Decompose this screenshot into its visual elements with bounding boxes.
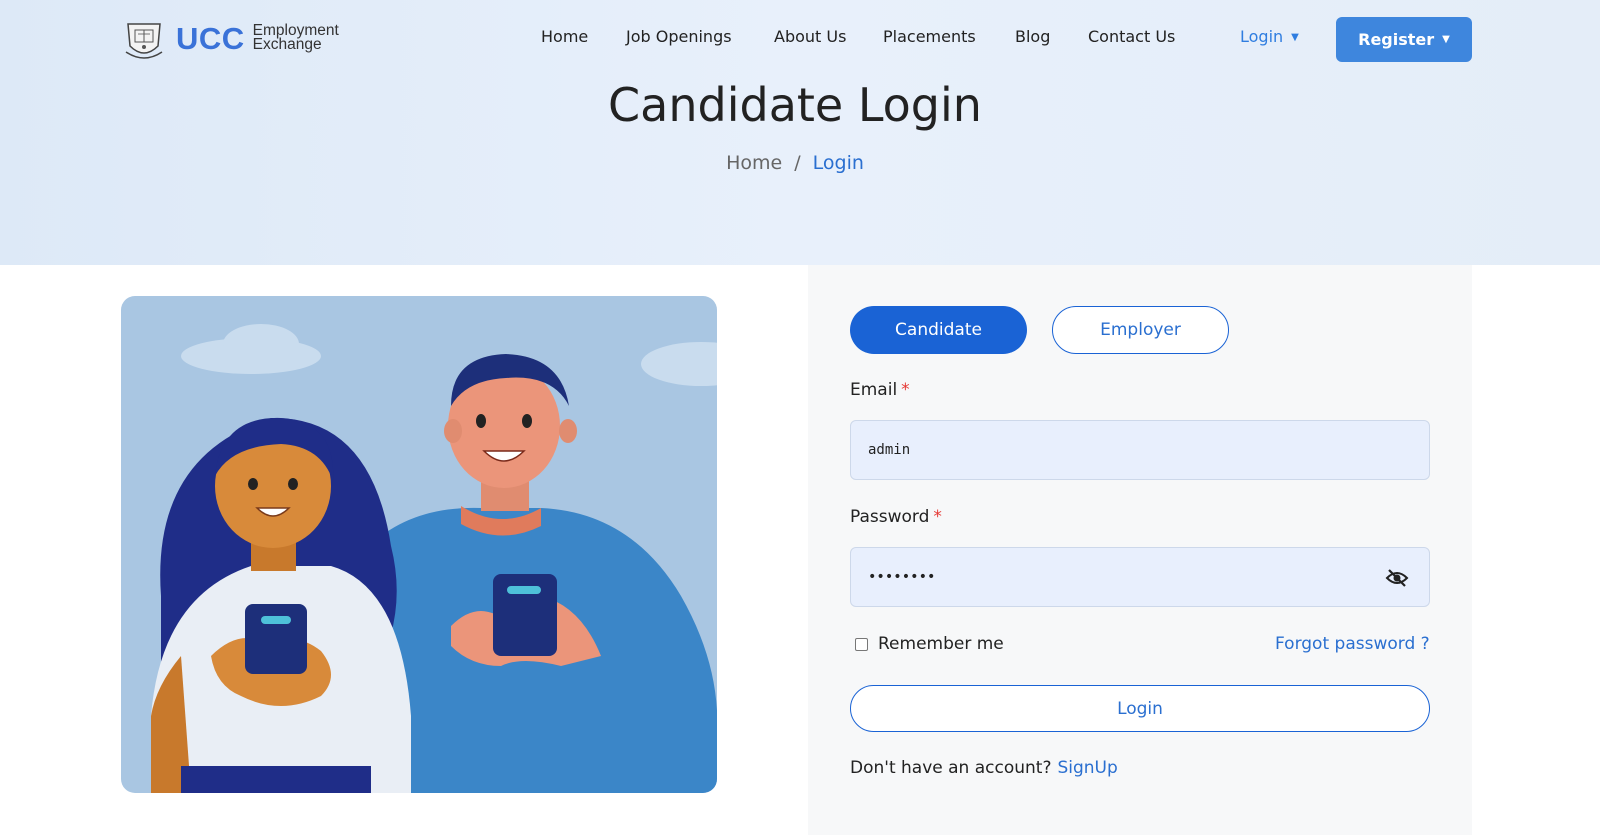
- signup-prompt: Don't have an account? SignUp: [850, 758, 1118, 778]
- nav-about-us[interactable]: About Us: [774, 27, 846, 46]
- login-illustration: [121, 296, 717, 793]
- register-button[interactable]: Register ▼: [1336, 17, 1472, 62]
- remember-me[interactable]: Remember me: [855, 634, 1004, 654]
- remember-label: Remember me: [878, 634, 1004, 654]
- breadcrumb-home[interactable]: Home: [726, 152, 782, 174]
- breadcrumb-separator: /: [794, 152, 801, 174]
- email-field[interactable]: admin: [850, 420, 1430, 480]
- nav-login-label: Login: [1240, 27, 1284, 46]
- nav-contact-us[interactable]: Contact Us: [1088, 27, 1175, 46]
- caret-down-icon: ▼: [1442, 34, 1450, 45]
- breadcrumb-current: Login: [812, 152, 864, 174]
- signup-link[interactable]: SignUp: [1057, 758, 1117, 778]
- nav-login-dropdown[interactable]: Login ▼: [1240, 27, 1299, 46]
- register-label: Register: [1358, 30, 1435, 49]
- breadcrumb: Home / Login: [0, 152, 1590, 174]
- login-button[interactable]: Login: [850, 685, 1430, 732]
- tab-employer[interactable]: Employer: [1052, 306, 1229, 354]
- forgot-password-link[interactable]: Forgot password ?: [1275, 634, 1430, 654]
- nav-job-openings[interactable]: Job Openings: [626, 27, 732, 46]
- nav-blog[interactable]: Blog: [1015, 27, 1050, 46]
- password-field[interactable]: ••••••••: [850, 547, 1430, 607]
- tab-candidate[interactable]: Candidate: [850, 306, 1027, 354]
- people-with-phones-illustration: [121, 296, 717, 793]
- email-label-text: Email: [850, 380, 898, 400]
- required-marker: *: [933, 507, 942, 527]
- remember-checkbox[interactable]: [855, 637, 868, 651]
- page-title: Candidate Login: [608, 78, 982, 132]
- email-label: Email *: [850, 380, 910, 400]
- nav-placements[interactable]: Placements: [883, 27, 976, 46]
- caret-down-icon: ▼: [1291, 32, 1299, 43]
- required-marker: *: [901, 380, 910, 400]
- nav-home[interactable]: Home: [541, 27, 588, 46]
- signup-prompt-text: Don't have an account?: [850, 758, 1052, 778]
- password-label-text: Password: [850, 507, 930, 527]
- password-label: Password *: [850, 507, 942, 527]
- eye-slash-icon[interactable]: [1385, 567, 1409, 589]
